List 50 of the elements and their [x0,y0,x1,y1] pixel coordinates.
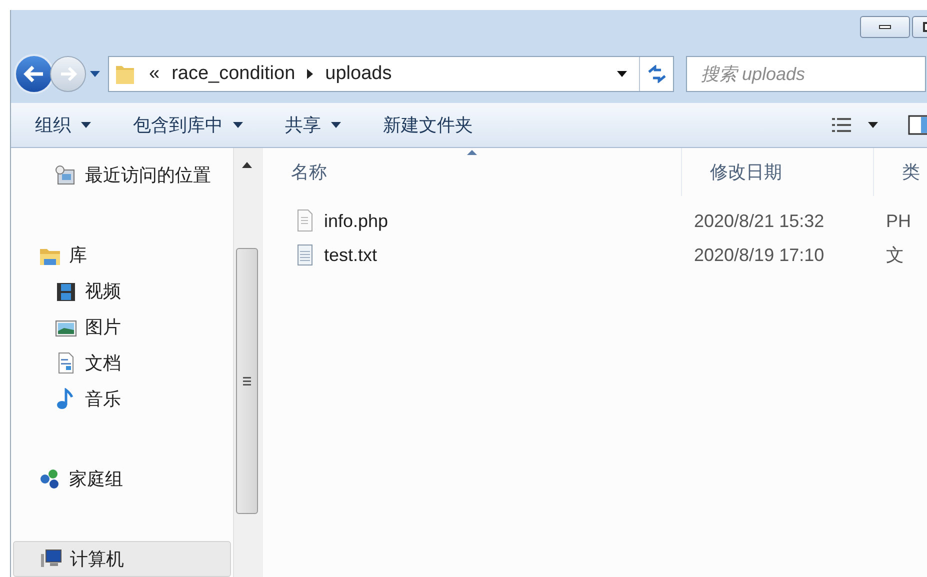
file-name[interactable]: info.php [324,208,388,234]
homegroup-icon [39,468,61,490]
toolbar-button[interactable]: 共享 [273,112,353,138]
toolbar-button[interactable]: 新建文件夹 [371,112,485,138]
overflow-chevron[interactable]: « [149,60,160,88]
modified-date: 2020/8/19 17:10 [694,244,824,264]
film-icon [55,280,77,303]
search-placeholder: 搜索 uploads [701,62,806,86]
scroll-up-icon[interactable] [242,162,252,168]
scrollbar[interactable] [233,148,259,577]
sidebar-item[interactable]: 文档 [55,346,233,382]
minimize-button[interactable] [860,16,910,38]
toolbar-button[interactable]: 组织 [23,112,103,138]
toolbar-button[interactable]: 包含到库中 [121,112,255,138]
back-arrow-icon [23,65,45,83]
caret-icon [331,122,341,128]
file-icon [296,209,314,233]
column-header[interactable]: 修改日期 [681,148,873,196]
breadcrumb-item[interactable]: race_condition [172,60,296,88]
clock-computer-icon [55,164,77,187]
caret-icon[interactable] [617,71,627,77]
breadcrumb-item[interactable]: uploads [325,60,392,88]
refresh-icon [646,65,666,83]
caret-icon [233,122,243,128]
forward-arrow-icon [59,67,77,81]
sidebar-item[interactable]: 图片 [55,310,233,346]
sidebar-item[interactable]: 音乐 [55,381,233,418]
modified-date: 2020/8/21 15:32 [694,210,824,230]
sidebar-item[interactable]: 视频 [55,274,233,310]
view-button[interactable] [832,117,878,133]
caret-icon [868,122,878,128]
folder-icon [115,63,135,85]
sidebar-item[interactable]: 计算机 [13,541,231,577]
grip-icon [242,376,250,386]
column-header[interactable]: 名称 [263,148,681,196]
preview-pane-icon[interactable] [908,115,927,135]
caret-icon [81,122,91,128]
back-button[interactable] [14,54,54,94]
scroll-thumb[interactable] [236,248,258,514]
address-bar[interactable]: « race_condition uploads [108,56,674,92]
breadcrumb-arrow-icon[interactable] [307,69,314,79]
list-view-icon [832,117,854,133]
file-name[interactable]: test.txt [324,242,378,268]
sidebar-item[interactable]: 最近访问的位置 [55,158,233,194]
file-type: 文 [886,244,904,264]
sidebar-item[interactable]: 库 [39,238,233,274]
column-header[interactable]: 类 [873,148,927,196]
sidebar-item[interactable]: 家庭组 [39,461,233,498]
text-file-icon [296,243,314,267]
file-type: PH [886,210,912,230]
